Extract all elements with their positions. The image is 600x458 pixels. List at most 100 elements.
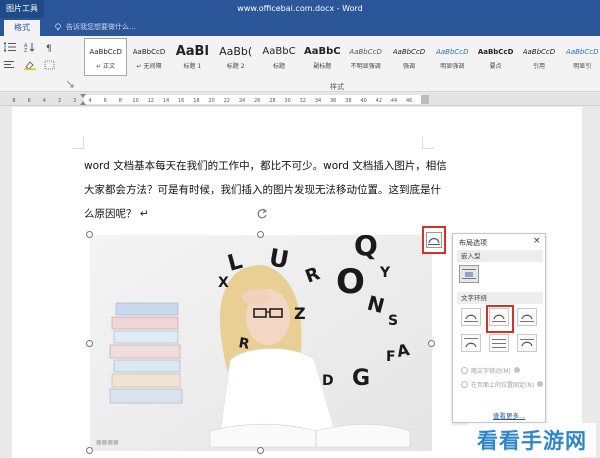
radio-icon xyxy=(461,367,468,374)
style-name: 标题 2 xyxy=(226,63,245,70)
ruler-tick-label: 8 xyxy=(119,98,122,104)
ruler-tick-label: 4 xyxy=(88,98,91,104)
style-preview: AaBl xyxy=(175,44,209,59)
style-tile-quote[interactable]: AaBbCcD 引用 xyxy=(517,38,560,76)
pane-title: 布局选项 xyxy=(459,239,487,247)
margin-mark xyxy=(72,137,84,149)
document-line-1[interactable]: word 文档基本每天在我们的工作中，都比不可少。word 文档插入图片，相信 xyxy=(84,159,464,173)
title-bar: 图片工具 www.officebai.com.docx - Word xyxy=(0,0,600,18)
ruler-tick-label: 34 xyxy=(315,98,321,104)
style-preview: AaBbCcD xyxy=(349,48,382,56)
ruler-tick-label: 10 xyxy=(132,98,138,104)
ruler-tick-label: 36 xyxy=(330,98,336,104)
floating-letter: Y xyxy=(379,265,391,281)
line-spacing-icon[interactable] xyxy=(4,42,16,52)
style-preview: AaBbCcD xyxy=(392,48,426,56)
style-preview: AaBbCcD xyxy=(477,48,514,56)
info-icon xyxy=(513,367,520,373)
svg-text:Z: Z xyxy=(24,48,28,52)
style-tile-subtle-emphasis[interactable]: AaBbCcD 不明显强调 xyxy=(344,38,387,76)
document-line-3[interactable]: 么原因呢？ ↵ xyxy=(84,207,464,221)
ruler-tick-label: 2 xyxy=(58,98,61,104)
resize-handle-bottom[interactable] xyxy=(257,447,264,454)
ruler-tick-label: 4 xyxy=(43,98,46,104)
ruler-tick-label: 22 xyxy=(224,98,230,104)
picture-tools-context: 图片工具 xyxy=(0,0,44,18)
fix-position-label: 在页面上的位置固定(N) xyxy=(471,382,535,389)
horizontal-ruler[interactable]: 8 6 4 2 2 4 6 8 10 12 14 16 18 20 22 24 26 28 30 32 34 36 38 40… xyxy=(0,93,600,106)
style-tile-no-spacing[interactable]: AaBbCcD ↵ 无间隔 xyxy=(127,38,170,76)
ruler-tick-label: 18 xyxy=(193,98,199,104)
move-with-text-option[interactable]: 随文字移动(M) xyxy=(461,366,545,375)
resize-handle-top[interactable] xyxy=(257,231,264,238)
ruler-tick-label: 26 xyxy=(254,98,260,104)
inserted-picture[interactable]: LURQNOZXSGFAYDR ■■■■ xyxy=(90,235,432,451)
wrap-inline-icon xyxy=(462,269,476,279)
ruler-tick-label: 2 xyxy=(73,98,76,104)
wrap-behind-text-option[interactable] xyxy=(489,334,509,352)
see-more-link[interactable]: 查看更多... xyxy=(493,410,525,420)
style-tile-heading-1[interactable]: AaBl 标题 1 xyxy=(171,38,214,76)
style-tile-intense-emphasis[interactable]: AaBbCcD 明显强调 xyxy=(431,38,474,76)
ruler-tick-label: 16 xyxy=(178,98,184,104)
wrap-in-front-option[interactable] xyxy=(517,334,537,352)
layout-options-button[interactable] xyxy=(422,226,446,254)
tab-format[interactable]: 格式 xyxy=(4,20,40,36)
wrap-top-bottom-option[interactable] xyxy=(461,334,481,352)
ruler-tick-label: 6 xyxy=(104,98,107,104)
resize-handle-bottom-left[interactable] xyxy=(86,447,93,454)
picture-content: L URQNOZXSGF AYDR xyxy=(90,235,432,451)
show-marks-icon[interactable]: ¶ xyxy=(44,42,56,52)
style-tile-subtitle[interactable]: AaBbC 副标题 xyxy=(301,38,344,76)
layout-options-icon xyxy=(426,232,442,248)
style-preview: AaBbCcD xyxy=(436,48,469,56)
fix-position-option[interactable]: 在页面上的位置固定(N) xyxy=(461,380,545,389)
tell-me-placeholder: 告诉我您想要做什么... xyxy=(66,23,136,31)
lightbulb-icon xyxy=(55,23,61,31)
style-name: 引用 xyxy=(532,63,545,70)
style-preview: AaBb( xyxy=(219,45,253,58)
paragraph-dialog-launcher-icon[interactable] xyxy=(66,80,74,88)
document-line-2[interactable]: 大家都会方法？可是有时候，我们插入的图片发现无法移动位置。这到底是什 xyxy=(84,183,464,197)
wrap-inline-option[interactable] xyxy=(459,265,479,283)
styles-group-label: 样式 xyxy=(330,83,344,91)
style-name: 要点 xyxy=(489,63,502,70)
ruler-tick-label: 14 xyxy=(163,98,169,104)
resize-handle-right[interactable] xyxy=(428,340,435,347)
style-preview: AaBbCcD xyxy=(132,48,166,56)
wrap-through-option[interactable] xyxy=(517,308,537,326)
highlight-box xyxy=(486,305,514,333)
style-tile-heading-2[interactable]: AaBb( 标题 2 xyxy=(214,38,257,76)
close-icon[interactable]: × xyxy=(533,236,541,246)
style-name: 不明显强调 xyxy=(350,63,381,70)
style-tile-strong[interactable]: AaBbCcD 要点 xyxy=(474,38,517,76)
ruler-tick-label: 38 xyxy=(345,98,351,104)
inline-section-label: 嵌入型 xyxy=(457,250,543,262)
window-title: www.officebai.com.docx - Word xyxy=(237,4,363,13)
style-tile-title[interactable]: AaBbC 标题 xyxy=(257,38,300,76)
floating-letter: O xyxy=(336,262,365,302)
ruler-tick-label: 6 xyxy=(28,98,31,104)
style-tile-intense-quote[interactable]: AaBbCcD 明显引 xyxy=(561,38,600,76)
align-left-icon[interactable] xyxy=(4,60,16,70)
ruler-scale: 8 6 4 2 2 4 6 8 10 12 14 16 18 20 22 24 26 28 30 32 34 36 38 40… xyxy=(12,94,429,105)
style-name: 标题 xyxy=(272,63,285,70)
style-preview: AaBbCcD xyxy=(566,48,599,56)
rotate-handle-icon[interactable] xyxy=(256,208,268,220)
resize-handle-left[interactable] xyxy=(86,340,93,347)
style-tile-emphasis[interactable]: AaBbCcD 强调 xyxy=(387,38,430,76)
margin-mark xyxy=(422,137,434,149)
move-with-text-label: 随文字移动(M) xyxy=(471,368,511,375)
shading-icon[interactable] xyxy=(24,60,36,70)
styles-gallery: AaBbCcD ↵ 正文 AaBbCcD ↵ 无间隔 AaBl 标题 1 AaB… xyxy=(84,38,600,76)
wrap-behind-text-icon xyxy=(492,339,506,348)
wrap-square-option[interactable] xyxy=(461,308,481,326)
tell-me-box[interactable]: 告诉我您想要做什么... xyxy=(54,20,136,34)
style-tile-normal[interactable]: AaBbCcD ↵ 正文 xyxy=(84,38,128,76)
floating-letter: Z xyxy=(294,304,306,323)
resize-handle-top-left[interactable] xyxy=(86,231,93,238)
style-preview: AaBbC xyxy=(304,46,341,57)
sort-icon[interactable]: A Z xyxy=(24,42,36,52)
borders-icon[interactable] xyxy=(44,60,56,70)
style-name: 副标题 xyxy=(313,63,332,70)
